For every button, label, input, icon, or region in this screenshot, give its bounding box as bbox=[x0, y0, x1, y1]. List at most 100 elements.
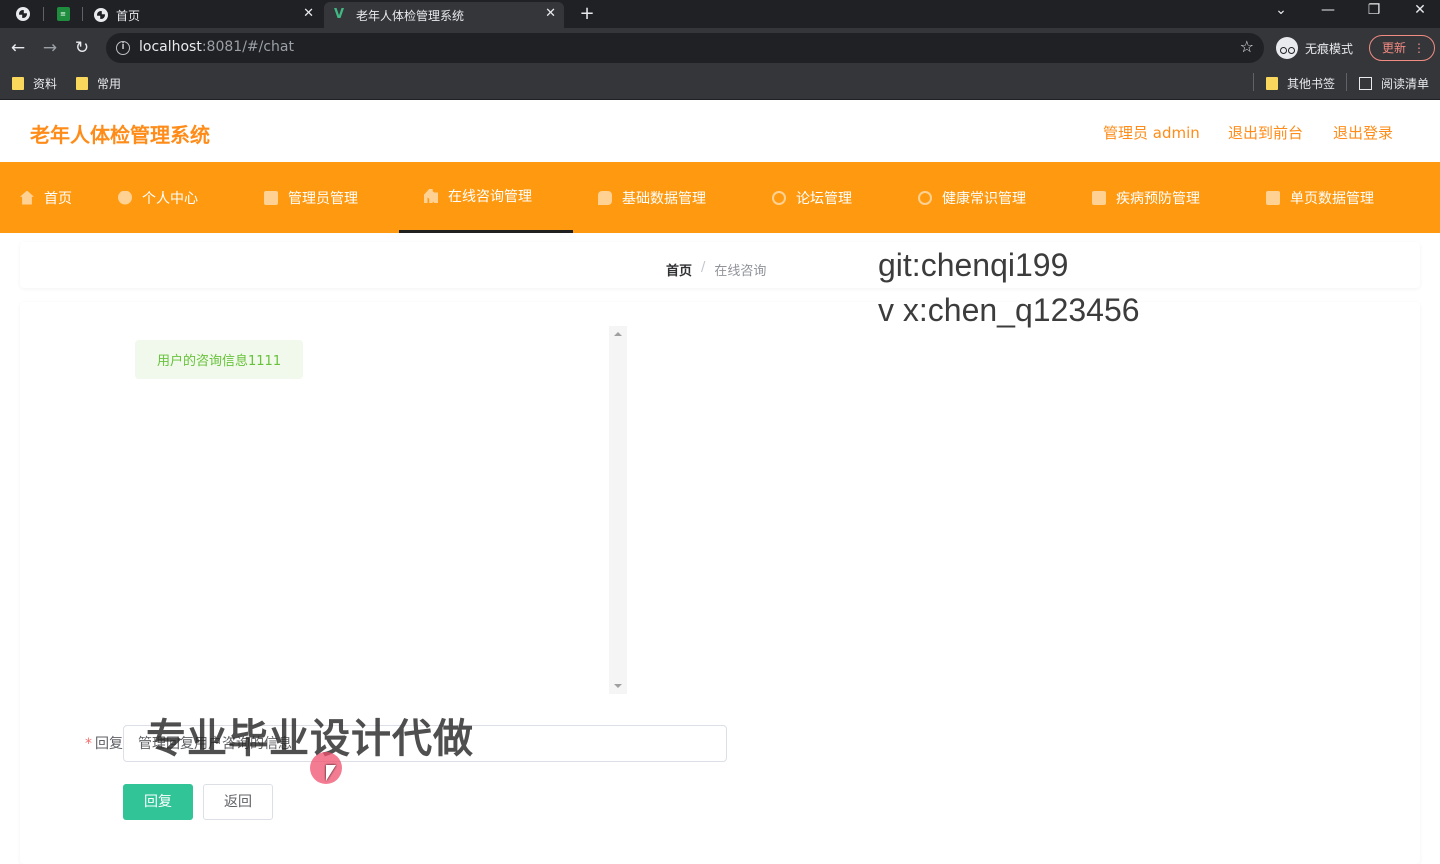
breadcrumb: 首页 / 在线咨询 bbox=[666, 260, 766, 279]
menu-item-admin[interactable]: 管理员管理 bbox=[264, 162, 358, 233]
menu-label: 健康常识管理 bbox=[942, 190, 1026, 207]
folder-icon bbox=[76, 77, 88, 90]
menu-item-consult[interactable]: 在线咨询管理 bbox=[399, 162, 573, 233]
user-icon bbox=[118, 190, 132, 205]
watermark-git: git:chenqi199 bbox=[878, 247, 1069, 283]
folder-icon bbox=[1266, 77, 1278, 90]
chat-scrollbar[interactable] bbox=[609, 326, 627, 694]
watermark-contact: v x:chen_q123456 bbox=[878, 292, 1140, 328]
back-to-front-link[interactable]: 退出到前台 bbox=[1228, 122, 1303, 143]
breadcrumb-current: 在线咨询 bbox=[714, 264, 767, 279]
browser-tab-app[interactable]: V 老年人体检管理系统 ✕ bbox=[324, 2, 564, 28]
window-close-icon[interactable]: ✕ bbox=[1405, 2, 1435, 18]
tab-close-icon[interactable]: ✕ bbox=[303, 6, 314, 21]
scroll-down-icon[interactable] bbox=[614, 684, 622, 688]
bookmarks-bar: 资料 常用 其他书签 阅读清单 bbox=[0, 68, 1440, 100]
tab-search-icon[interactable]: ⌄ bbox=[1266, 2, 1296, 18]
logout-link[interactable]: 退出登录 bbox=[1333, 122, 1393, 143]
menu-item-forum[interactable]: 论坛管理 bbox=[772, 162, 852, 233]
knowledge-icon bbox=[918, 190, 932, 205]
reading-list[interactable]: 阅读清单 bbox=[1359, 75, 1429, 92]
folder-icon bbox=[12, 77, 24, 90]
incognito-indicator[interactable]: 无痕模式 bbox=[1276, 37, 1353, 59]
bookmark-folder-other[interactable]: 其他书签 bbox=[1266, 75, 1335, 92]
new-tab-button[interactable]: + bbox=[576, 3, 598, 24]
menu-item-basedata[interactable]: 基础数据管理 bbox=[598, 162, 706, 233]
forum-icon bbox=[772, 190, 786, 205]
menu-label: 管理员管理 bbox=[288, 190, 358, 207]
bookmark-separator bbox=[1253, 73, 1254, 91]
back-arrow-icon[interactable]: ← bbox=[6, 36, 30, 60]
chat-message-list[interactable]: 用户的咨询信息1111 bbox=[135, 326, 629, 694]
browser-tab-bar: ≡ 首页 ✕ V 老年人体检管理系统 ✕ + ⌄ — ❐ ✕ bbox=[0, 0, 1440, 28]
incognito-icon bbox=[1276, 37, 1298, 59]
vue-icon: V bbox=[334, 7, 345, 22]
bookmark-label: 资料 bbox=[33, 77, 58, 91]
menu-label: 疾病预防管理 bbox=[1116, 190, 1200, 207]
app-title: 老年人体检管理系统 bbox=[30, 123, 210, 147]
app-header: 老年人体检管理系统 管理员 admin 退出到前台 退出登录 bbox=[0, 100, 1440, 162]
pinned-tab-globe[interactable] bbox=[12, 4, 34, 24]
reply-label-text: 回复 bbox=[95, 736, 123, 752]
chat-panel: 用户的咨询信息1111 *回复 回复 返回 bbox=[20, 302, 1420, 864]
browser-tab-home[interactable]: 首页 ✕ bbox=[84, 2, 322, 28]
breadcrumb-card: 首页 / 在线咨询 bbox=[20, 242, 1420, 288]
scroll-up-icon[interactable] bbox=[614, 332, 622, 336]
browser-toolbar: ← → ↻ i localhost:8081/#/chat ☆ 无痕模式 更新 … bbox=[0, 28, 1440, 68]
menu-item-pages[interactable]: 单页数据管理 bbox=[1266, 162, 1374, 233]
breadcrumb-separator: / bbox=[701, 260, 706, 275]
tab-separator bbox=[43, 7, 44, 21]
minimize-icon[interactable]: — bbox=[1313, 2, 1343, 18]
pinned-tab-sheet[interactable]: ≡ bbox=[52, 4, 74, 24]
prevention-icon bbox=[1092, 190, 1106, 205]
update-label: 更新 bbox=[1382, 41, 1407, 55]
tab-close-icon[interactable]: ✕ bbox=[545, 6, 556, 21]
admin-icon bbox=[264, 190, 278, 205]
bookmark-label: 其他书签 bbox=[1287, 77, 1336, 91]
bookmark-label: 阅读清单 bbox=[1381, 77, 1430, 91]
reload-icon[interactable]: ↻ bbox=[70, 36, 94, 60]
top-menu: 首页 个人中心 管理员管理 在线咨询管理 基础数据管理 论坛管理 健康常识管理 … bbox=[0, 162, 1440, 233]
url-path: :8081/#/chat bbox=[201, 39, 294, 55]
menu-item-prevention[interactable]: 疾病预防管理 bbox=[1092, 162, 1200, 233]
breadcrumb-home[interactable]: 首页 bbox=[666, 260, 692, 279]
menu-item-health[interactable]: 健康常识管理 bbox=[918, 162, 1026, 233]
admin-user-link[interactable]: 管理员 admin bbox=[1103, 122, 1200, 143]
menu-label: 单页数据管理 bbox=[1290, 190, 1374, 207]
bookmark-folder[interactable]: 资料 bbox=[12, 75, 57, 92]
menu-label: 个人中心 bbox=[142, 190, 198, 207]
globe-icon bbox=[16, 7, 30, 21]
menu-item-home[interactable]: 首页 bbox=[20, 162, 72, 233]
back-button[interactable]: 返回 bbox=[203, 784, 273, 820]
globe-icon bbox=[94, 8, 108, 22]
mouse-cursor-icon bbox=[326, 765, 336, 781]
watermark-service: 专业毕业设计代做 bbox=[146, 716, 474, 762]
chart-icon bbox=[424, 189, 438, 203]
required-mark: * bbox=[85, 736, 92, 752]
page-icon bbox=[1266, 190, 1280, 205]
reading-list-icon bbox=[1359, 77, 1372, 90]
bookmark-folder[interactable]: 常用 bbox=[76, 75, 121, 92]
reply-button[interactable]: 回复 bbox=[123, 784, 193, 820]
menu-item-personal[interactable]: 个人中心 bbox=[118, 162, 198, 233]
tab-title: 首页 bbox=[116, 8, 141, 23]
update-button[interactable]: 更新 ⋮ bbox=[1369, 35, 1435, 61]
chat-icon bbox=[598, 190, 612, 205]
url-text[interactable]: localhost:8081/#/chat bbox=[139, 39, 294, 55]
bookmark-separator bbox=[1346, 73, 1347, 91]
spreadsheet-icon: ≡ bbox=[56, 7, 70, 21]
bookmark-label: 常用 bbox=[97, 77, 122, 91]
more-menu-icon[interactable]: ⋮ bbox=[1413, 36, 1425, 60]
forward-arrow-icon[interactable]: → bbox=[38, 36, 62, 60]
bookmark-star-icon[interactable]: ☆ bbox=[1240, 37, 1254, 56]
address-bar[interactable]: i localhost:8081/#/chat ☆ bbox=[106, 33, 1264, 63]
site-info-icon[interactable]: i bbox=[116, 41, 130, 55]
menu-label: 基础数据管理 bbox=[622, 190, 706, 207]
url-host: localhost bbox=[139, 39, 202, 55]
tab-separator bbox=[82, 7, 83, 21]
menu-label: 在线咨询管理 bbox=[448, 189, 532, 205]
home-icon bbox=[20, 190, 34, 205]
menu-label: 论坛管理 bbox=[796, 190, 852, 207]
menu-label: 首页 bbox=[44, 190, 72, 207]
restore-icon[interactable]: ❐ bbox=[1359, 2, 1389, 18]
